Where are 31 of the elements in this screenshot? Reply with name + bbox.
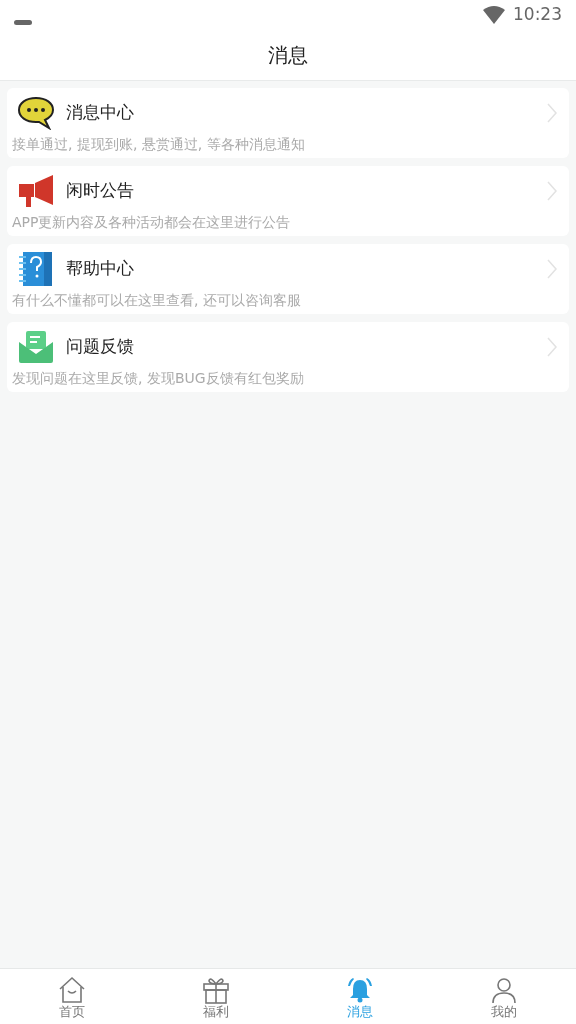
page-title: 消息	[268, 42, 308, 69]
chevron-right-icon	[547, 259, 557, 279]
chevron-right-icon	[547, 181, 557, 201]
tab-bar-item[interactable]: 我的	[432, 969, 576, 1024]
gift-icon	[202, 975, 230, 1004]
card-title: 闲时公告	[66, 179, 135, 203]
tab-bar-item[interactable]: 首页	[0, 969, 144, 1024]
card-description: 接单通过, 提现到账, 悬赏通过, 等各种消息通知	[12, 135, 306, 154]
menu-card[interactable]: 消息中心 接单通过, 提现到账, 悬赏通过, 等各种消息通知	[7, 88, 569, 158]
card-title: 问题反馈	[66, 335, 135, 359]
menu-card[interactable]: 帮助中心 有什么不懂都可以在这里查看, 还可以咨询客服	[7, 244, 569, 314]
envelope-icon	[18, 330, 54, 364]
menu-card[interactable]: 闲时公告 APP更新内容及各种活动都会在这里进行公告	[7, 166, 569, 236]
card-title: 消息中心	[66, 101, 135, 125]
card-description: 有什么不懂都可以在这里查看, 还可以咨询客服	[12, 291, 302, 310]
card-description: APP更新内容及各种活动都会在这里进行公告	[12, 213, 292, 232]
chevron-right-icon	[547, 103, 557, 123]
card-description: 发现问题在这里反馈, 发现BUG反馈有红包奖励	[12, 369, 305, 388]
notification-icon	[14, 19, 32, 25]
menu-card[interactable]: 问题反馈 发现问题在这里反馈, 发现BUG反馈有红包奖励	[7, 322, 569, 392]
person-icon	[490, 975, 518, 1004]
bell-icon	[346, 975, 374, 1004]
megaphone-icon	[18, 174, 54, 208]
tab-bar-item[interactable]: 福利	[144, 969, 288, 1024]
chat-bubble-icon	[18, 96, 54, 130]
card-title: 帮助中心	[66, 257, 135, 281]
chevron-right-icon	[547, 337, 557, 357]
help-notebook-icon	[18, 251, 54, 287]
wifi-icon	[483, 6, 505, 24]
house-icon	[58, 975, 86, 1004]
status-time: 10:23	[513, 3, 562, 27]
